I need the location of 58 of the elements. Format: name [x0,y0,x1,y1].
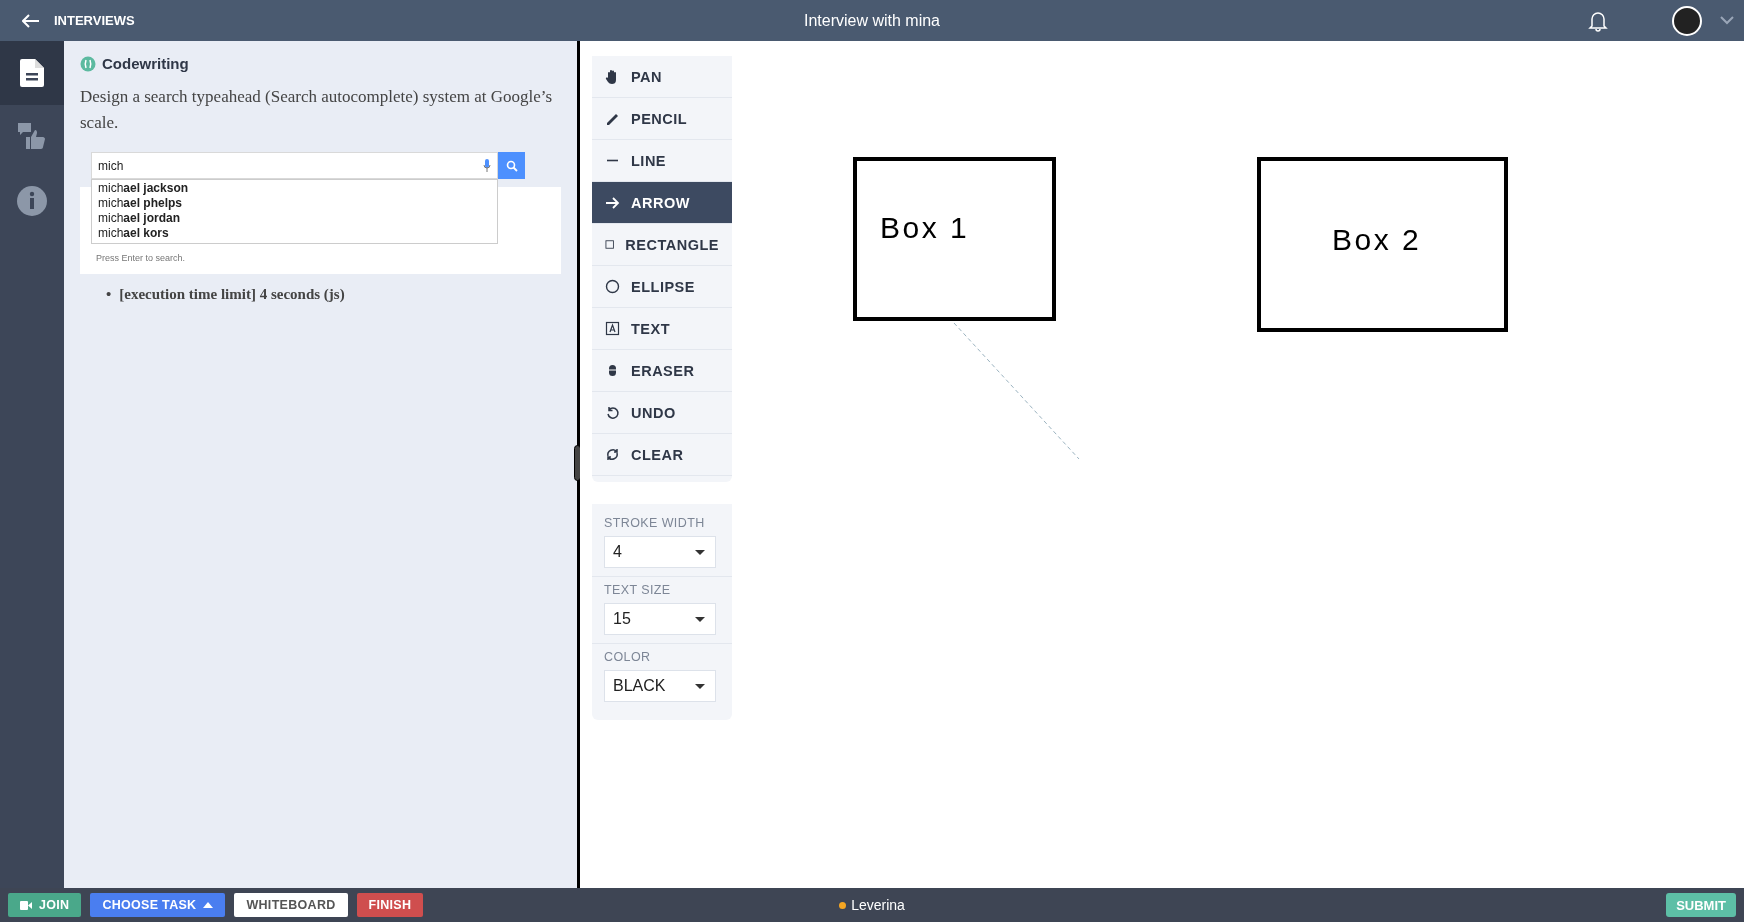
text-box-icon [605,321,620,336]
user-name: Leverina [851,897,905,913]
bell-icon[interactable] [1588,9,1608,32]
shape-label: Box 1 [880,211,970,244]
info-icon [17,186,47,216]
suggestion-item: michael jackson [98,181,190,196]
circle-icon [605,279,620,294]
undo-icon [605,405,620,420]
tool-button[interactable]: TEXT [592,308,732,350]
search-icon [505,159,518,172]
back-arrow-icon [22,13,40,28]
microphone-icon [483,159,491,173]
line-icon [606,159,619,162]
search-query: mich [98,158,124,173]
shape-label: Box 2 [1332,223,1422,256]
search-button[interactable] [498,152,525,179]
sidebar-tab[interactable] [0,41,64,105]
tool-button[interactable]: RECTANGLE [592,224,732,266]
tool-button[interactable]: ERASER [592,350,732,392]
setting-label: COLOR [604,650,652,664]
footer-button[interactable]: WHITEBOARD [234,893,348,917]
code-icon [80,55,96,72]
video-camera-icon [20,900,32,910]
tool-button[interactable]: UNDO [592,392,732,434]
caret-icon [695,549,705,555]
caret-up-icon [203,902,214,908]
square-icon [605,237,615,252]
avatar-icon[interactable] [1672,5,1702,36]
back-button[interactable]: INTERVIEWS [18,9,139,32]
caret-icon [695,616,705,622]
setting-dropdown[interactable]: BLACK [604,670,716,702]
arrow-icon [605,195,620,210]
tool-button[interactable]: PAN [592,56,732,98]
task-type-label: Codewriting [102,55,189,72]
suggestion-item: michael phelps [98,196,184,211]
task-note: [execution time limit] 4 seconds (js) [119,286,345,303]
task-description: Design a search typeahead (Search autocomplete) system at Google’s scale. [80,86,554,134]
pencil-icon [605,111,620,126]
footer-button[interactable]: CHOOSE TASK [90,893,226,917]
bullet-marker: • [106,286,112,303]
footer-button[interactable]: FINISH [356,893,424,917]
chat-thumbs-up-icon [18,123,46,151]
search-hint: Press Enter to search. [96,253,186,263]
suggestion-item: michael jordan [98,211,182,226]
suggestion-item: michael kors [98,226,170,241]
tool-button[interactable]: ELLIPSE [592,266,732,308]
setting-dropdown[interactable]: 4 [604,536,716,568]
setting-label: TEXT SIZE [604,583,672,597]
chevron-down-icon[interactable] [1720,16,1734,25]
refresh-icon [605,447,620,462]
tool-button[interactable]: PENCIL [592,98,732,140]
tool-button[interactable]: ARROW [592,182,732,224]
tool-button[interactable]: CLEAR [592,434,732,476]
caret-icon [695,683,705,689]
setting-label: STROKE WIDTH [604,516,706,530]
page-title: Interview with mina [803,11,940,29]
setting-dropdown[interactable]: 15 [604,603,716,635]
document-icon [20,59,44,87]
